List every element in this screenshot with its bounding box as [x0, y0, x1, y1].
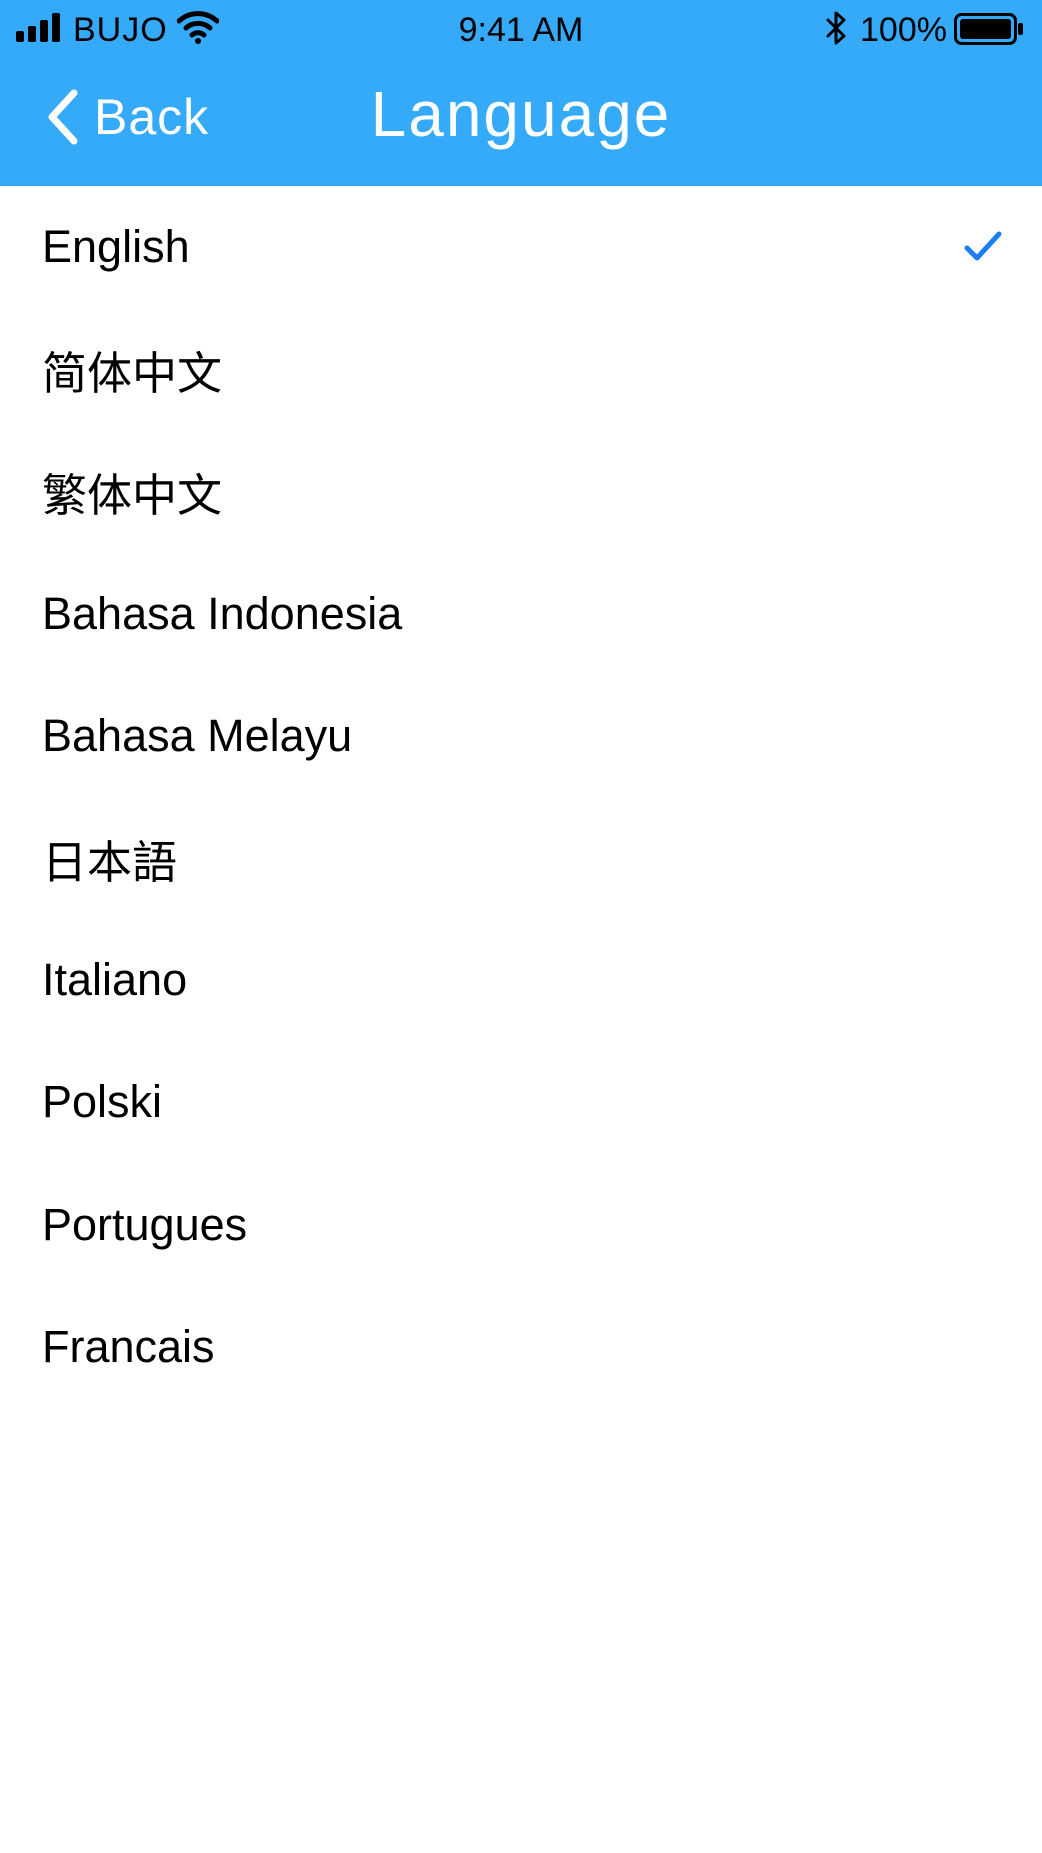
language-label: Italiano	[42, 954, 188, 1006]
language-list: English 简体中文 繁体中文 Bahasa Indonesia Bahas…	[0, 186, 1042, 1408]
language-label: Polski	[42, 1076, 163, 1128]
bluetooth-icon	[826, 11, 846, 45]
language-option-traditional-chinese[interactable]: 繁体中文	[0, 430, 1042, 552]
language-option-francais[interactable]: Francais	[0, 1286, 1042, 1408]
language-option-english[interactable]: English	[0, 186, 1042, 308]
language-label: 繁体中文	[42, 469, 223, 521]
battery-icon	[954, 13, 1023, 45]
checkmark-icon	[964, 231, 1002, 261]
language-option-japanese[interactable]: 日本語	[0, 797, 1042, 919]
language-label: Bahasa Melayu	[42, 709, 353, 761]
language-label: Francais	[42, 1320, 215, 1372]
language-label: Portugues	[42, 1198, 248, 1250]
language-option-bahasa-melayu[interactable]: Bahasa Melayu	[0, 675, 1042, 797]
language-label: Bahasa Indonesia	[42, 587, 403, 639]
language-label: 日本語	[42, 836, 178, 888]
language-option-bahasa-indonesia[interactable]: Bahasa Indonesia	[0, 553, 1042, 675]
language-label: English	[42, 221, 190, 273]
language-option-portugues[interactable]: Portugues	[0, 1164, 1042, 1286]
language-option-simplified-chinese[interactable]: 简体中文	[0, 308, 1042, 430]
page-title: Language	[370, 78, 672, 150]
battery-percentage: 100%	[860, 11, 947, 49]
language-option-polski[interactable]: Polski	[0, 1041, 1042, 1163]
status-bar: BUJO 9:41 AM 100%	[0, 0, 1042, 60]
language-option-italiano[interactable]: Italiano	[0, 919, 1042, 1041]
language-label: 简体中文	[42, 347, 223, 399]
header: BUJO 9:41 AM 100% Back Language	[0, 0, 1042, 186]
